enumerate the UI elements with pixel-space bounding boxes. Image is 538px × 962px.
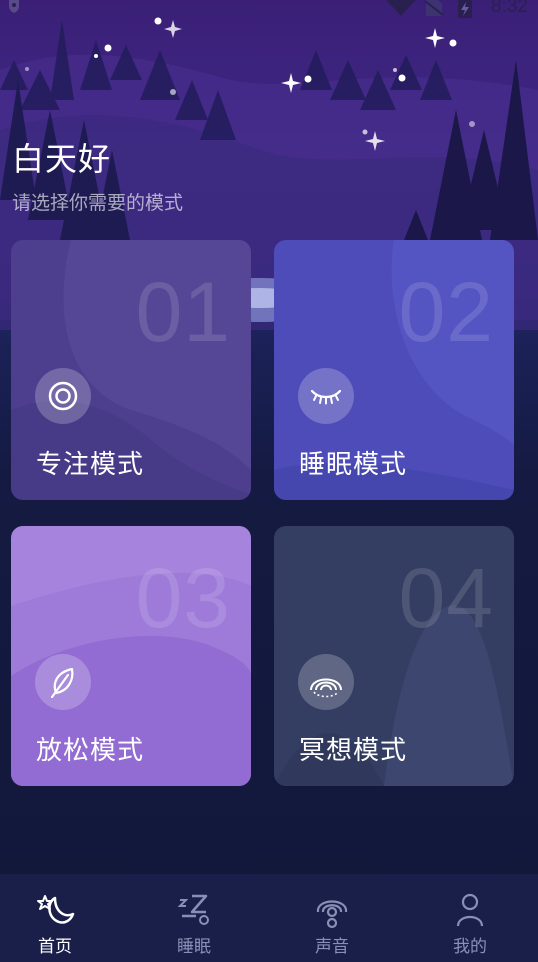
relax-icon-circle xyxy=(35,654,91,710)
meditation-mode-card[interactable]: 04 冥想模式 xyxy=(274,526,514,786)
greeting-subtitle: 请选择你需要的模式 xyxy=(12,192,184,214)
focus-icon-circle xyxy=(35,368,91,424)
mode-label: 冥想模式 xyxy=(299,736,408,766)
focus-mode-card[interactable]: 01 专注模式 xyxy=(11,240,251,500)
tab-label: 睡眠 xyxy=(177,937,211,957)
tab-label: 声音 xyxy=(315,937,349,957)
status-bar: 8:32 xyxy=(0,0,538,22)
mode-number: 01 xyxy=(135,265,231,359)
status-time: 8:32 xyxy=(491,0,528,17)
tab-label: 我的 xyxy=(453,937,487,957)
mode-number: 03 xyxy=(135,551,231,645)
mode-label: 放松模式 xyxy=(36,736,145,766)
fingerprint-icon xyxy=(310,678,342,698)
sleep-mode-card[interactable]: 02 睡眠模式 xyxy=(274,240,514,500)
zzz-icon xyxy=(177,894,209,925)
meditation-icon-circle xyxy=(298,654,354,710)
leaf-icon xyxy=(50,667,74,698)
closed-eye-icon xyxy=(310,389,342,405)
mode-number: 04 xyxy=(398,551,494,645)
radio-signal-icon xyxy=(316,900,348,929)
tab-label: 首页 xyxy=(38,937,72,957)
greeting-title: 白天好 xyxy=(12,140,112,178)
bottom-tab-bar: 首页 睡眠 声音 我的 xyxy=(0,874,538,962)
relax-mode-card[interactable]: 03 放松模式 xyxy=(11,526,251,786)
battery-charging-icon xyxy=(458,0,472,18)
shield-icon xyxy=(9,0,19,13)
tab-profile[interactable]: 我的 xyxy=(410,874,530,962)
tab-sound[interactable]: 声音 xyxy=(272,874,392,962)
moon-star-icon xyxy=(37,895,75,924)
tab-home[interactable]: 首页 xyxy=(0,874,115,962)
tab-sleep[interactable]: 睡眠 xyxy=(134,874,254,962)
mode-label: 睡眠模式 xyxy=(299,450,408,480)
target-icon xyxy=(48,381,78,411)
person-icon xyxy=(456,893,484,927)
sleep-icon-circle xyxy=(298,368,354,424)
mode-label: 专注模式 xyxy=(36,450,145,480)
wifi-signal-icon xyxy=(386,0,416,16)
no-sim-icon xyxy=(424,0,444,16)
mode-number: 02 xyxy=(398,265,494,359)
